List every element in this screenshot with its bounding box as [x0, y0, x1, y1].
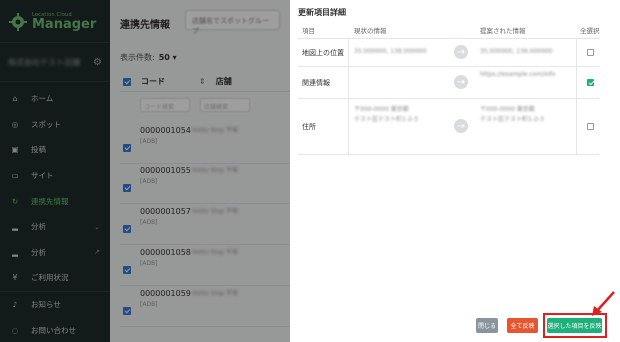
- proposed-value: https://example.com/info: [480, 71, 556, 78]
- header-current: 現状の情報: [354, 27, 387, 35]
- update-detail-panel: 更新項目詳細 項目 現状の情報 提案された情報 全選択 地図上の位置 35.00…: [290, 0, 620, 342]
- row-label-location: 地図上の位置: [302, 49, 344, 57]
- header-proposed: 提案された情報: [480, 27, 526, 35]
- arrow-right-icon: →: [454, 45, 468, 59]
- reflect-all-button[interactable]: 全て反映: [507, 318, 538, 333]
- arrow-right-icon: →: [454, 119, 468, 133]
- row-select-checkbox[interactable]: [587, 49, 594, 56]
- close-button[interactable]: 閉じる: [476, 318, 498, 333]
- annotation-arrow-icon: [592, 291, 615, 316]
- row-select-checkbox[interactable]: [587, 79, 594, 86]
- divider: [298, 66, 599, 67]
- proposed-value: 〒000-0000 東京都 テスト区テスト町1-2-3: [480, 106, 544, 123]
- header-select-all[interactable]: 全選択: [580, 25, 600, 35]
- current-value: 35.000000, 139.000000: [354, 48, 427, 55]
- modal-backdrop[interactable]: [0, 0, 290, 342]
- row-label-address: 住所: [302, 123, 316, 131]
- panel-title: 更新項目詳細: [298, 8, 346, 17]
- row-select-checkbox[interactable]: [587, 123, 594, 130]
- header-item: 項目: [302, 27, 315, 35]
- divider: [298, 38, 599, 39]
- arrow-right-icon: →: [454, 75, 468, 89]
- divider: [348, 38, 349, 154]
- row-label-related: 関連情報: [302, 79, 330, 87]
- divider: [576, 38, 577, 154]
- divider: [298, 98, 599, 99]
- current-value: 〒000-0000 東京都 テスト区テスト町1-2-3: [354, 106, 418, 123]
- proposed-value: 35.000000, 139.000000: [480, 48, 553, 55]
- divider: [298, 154, 599, 155]
